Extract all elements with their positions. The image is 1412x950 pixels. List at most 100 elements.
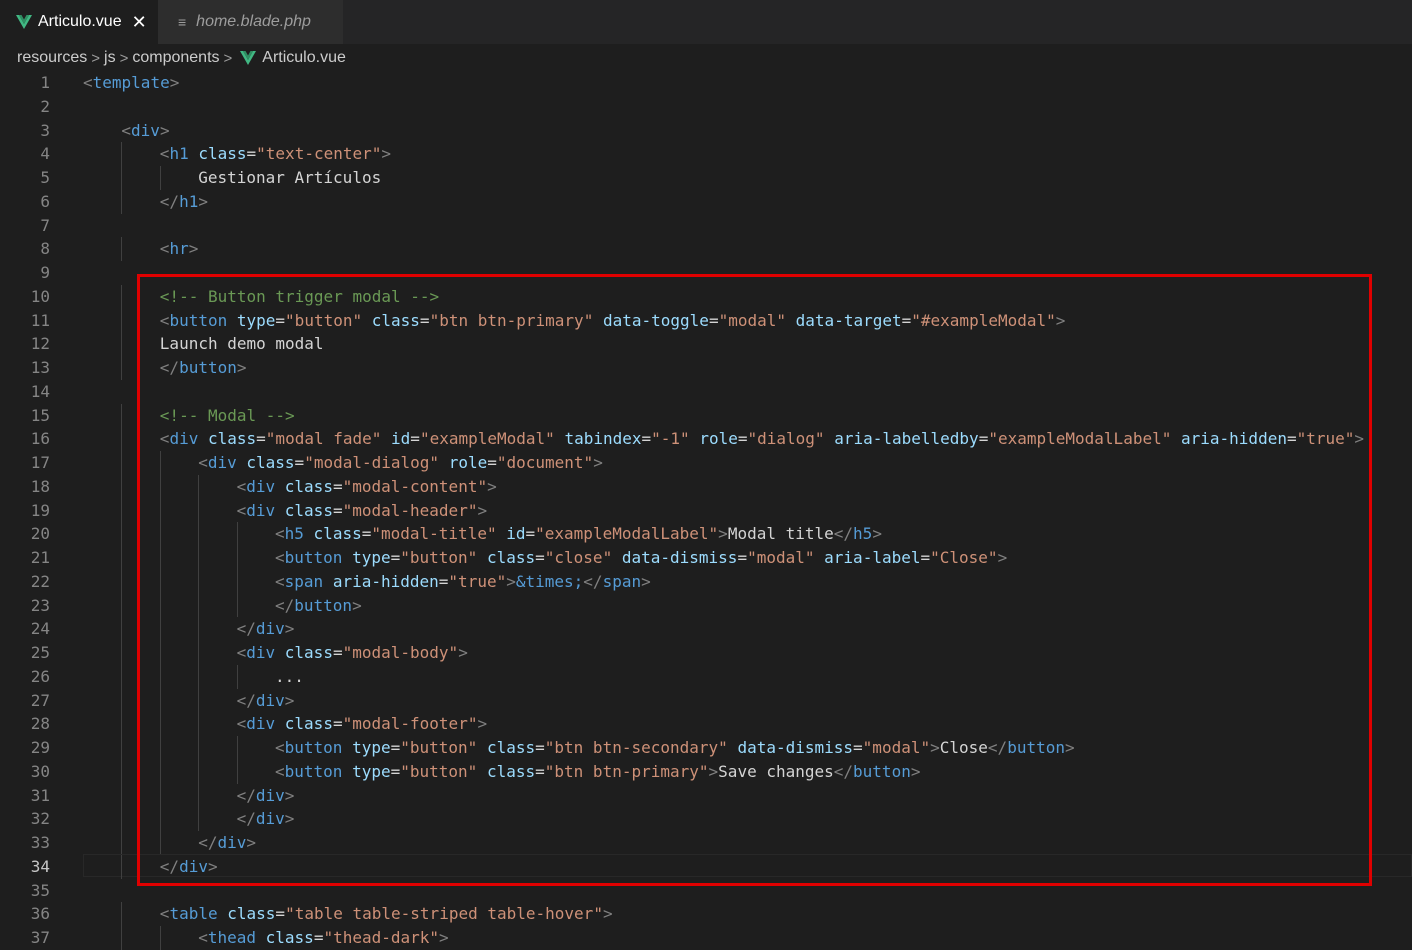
code-line[interactable]: 31 </div>	[0, 783, 1412, 808]
code-line[interactable]: 21 <button type="button" class="close" da…	[0, 546, 1412, 570]
code-token: >	[593, 453, 603, 472]
code-token: class	[284, 500, 333, 520]
code-token: >	[439, 928, 449, 947]
code-token: button	[284, 761, 343, 781]
code-token: "#exampleModal"	[911, 310, 1056, 330]
code-editor[interactable]: 1 <template> 2 3 <div> 4 <h1 class="text-cente…	[0, 71, 1412, 950]
indent-guide	[236, 736, 238, 760]
code-token: "btn btn-primary"	[429, 310, 594, 330]
code-line[interactable]: 20 <h5 class="modal-title" id="exampleMod…	[0, 522, 1412, 546]
code-token: >	[284, 690, 295, 710]
code-line[interactable]: 18 <div class="modal-content">	[0, 474, 1412, 499]
code-token: =	[737, 548, 748, 567]
breadcrumb-item-components[interactable]: components	[132, 49, 219, 67]
code-line[interactable]: 17 <div class="modal-dialog" role="docume…	[0, 451, 1412, 475]
code-line[interactable]: 7	[0, 214, 1412, 238]
code-text: <button type="button" class="close" data…	[275, 546, 1007, 570]
code-token: class	[284, 643, 333, 662]
code-line[interactable]: 4 <h1 class="text-center">	[0, 142, 1412, 166]
code-line[interactable]: 32 </div>	[0, 807, 1412, 831]
code-token: </	[236, 690, 256, 710]
indent-guide	[121, 688, 123, 713]
code-token: type	[352, 548, 391, 567]
code-line[interactable]: 29 <button type="button" class="btn btn-s…	[0, 736, 1412, 760]
code-line[interactable]: 30 <button type="button" class="btn btn-p…	[0, 759, 1412, 784]
code-token: type	[352, 761, 391, 781]
code-line[interactable]: 26...	[0, 664, 1412, 689]
indent-guide	[121, 356, 123, 380]
code-line[interactable]: 23 </button>	[0, 593, 1412, 618]
code-line[interactable]: 19 <div class="modal-header">	[0, 498, 1412, 523]
breadcrumb-item-js[interactable]: js	[104, 49, 116, 67]
code-token: >	[381, 144, 392, 164]
code-line[interactable]: 3 <div>	[0, 119, 1412, 143]
code-line[interactable]: 22 <span aria-hidden="true">&times;</span…	[0, 569, 1412, 594]
code-token: </	[236, 809, 256, 829]
code-token: =	[390, 548, 401, 567]
code-line[interactable]: 34 </div>	[0, 853, 1412, 879]
code-line[interactable]: 13 </button>	[0, 356, 1412, 380]
code-line[interactable]: 1 <template>	[0, 71, 1412, 95]
code-line[interactable]: 33 </div>	[0, 831, 1412, 855]
code-text: <template>	[83, 71, 179, 95]
code-line[interactable]: 2	[0, 95, 1412, 119]
code-token: =	[487, 453, 497, 472]
code-line[interactable]: 35	[0, 879, 1412, 903]
code-token: class	[486, 738, 536, 757]
code-line[interactable]: 6 </h1>	[0, 189, 1412, 214]
code-line[interactable]: 10 <!-- Button trigger modal -->	[0, 284, 1412, 309]
code-token: <	[159, 239, 170, 259]
code-token: "true"	[1296, 429, 1355, 449]
line-number: 28	[30, 714, 50, 734]
code-line[interactable]: 36 <table class="table table-striped tabl…	[0, 902, 1412, 926]
indent-guide	[198, 593, 200, 618]
code-line[interactable]: 37 <thead class="thead-dark">	[0, 926, 1412, 950]
indent-guide	[159, 546, 161, 570]
code-line[interactable]: 27 </div>	[0, 688, 1412, 713]
tab-articulo-vue[interactable]: Articulo.vue ✕	[0, 0, 158, 44]
breadcrumb-item-file[interactable]: Articulo.vue	[262, 49, 346, 67]
code-token: <	[198, 453, 208, 472]
code-token: div	[255, 785, 285, 805]
code-line[interactable]: 16 <div class="modal fade" id="exampleMod…	[0, 427, 1412, 451]
indent-guide	[198, 664, 200, 689]
code-text: <div class="modal-header">	[237, 499, 488, 523]
code-line[interactable]: 15 <!-- Modal -->	[0, 403, 1412, 428]
indent-guide	[198, 688, 200, 713]
breadcrumb-item-resources[interactable]: resources	[17, 49, 87, 67]
code-text: <button type="button" class="btn btn-pri…	[160, 309, 1066, 333]
tab-home-blade-php[interactable]: ≡ home.blade.php	[158, 0, 344, 44]
indent-guide	[198, 736, 200, 760]
code-token: >	[641, 571, 651, 591]
code-line[interactable]: 14	[0, 380, 1412, 404]
code-line[interactable]: 11 <button type="button" class="btn btn-p…	[0, 308, 1412, 333]
code-token: role	[699, 429, 738, 449]
code-line[interactable]: 12 Launch demo modal	[0, 332, 1412, 356]
code-line[interactable]: 25 <div class="modal-body">	[0, 641, 1412, 665]
code-line[interactable]: 8 <hr>	[0, 237, 1412, 261]
code-line[interactable]: 5 Gestionar Artículos	[0, 166, 1412, 190]
line-number: 23	[30, 595, 50, 615]
code-line[interactable]: 24 </div>	[0, 617, 1412, 641]
line-number: 20	[30, 524, 50, 544]
code-line[interactable]: 28 <div class="modal-footer">	[0, 712, 1412, 736]
code-token: <!-- Modal -->	[159, 405, 295, 425]
code-token: "modal-title"	[371, 524, 497, 544]
code-line[interactable]: 9	[0, 261, 1412, 285]
code-token: id	[506, 524, 526, 544]
code-token: div	[207, 453, 237, 472]
indent-guide	[159, 451, 161, 475]
indent-guide	[198, 807, 200, 831]
code-token: "modal"	[718, 310, 787, 330]
code-token: </	[159, 358, 180, 377]
line-number: 34	[30, 856, 50, 876]
code-text: <!-- Modal -->	[160, 404, 295, 428]
code-token: Close	[939, 738, 988, 757]
code-token: hr	[169, 239, 189, 259]
close-icon[interactable]: ✕	[132, 13, 147, 31]
indent-guide	[121, 617, 123, 641]
indent-guide	[198, 546, 200, 570]
